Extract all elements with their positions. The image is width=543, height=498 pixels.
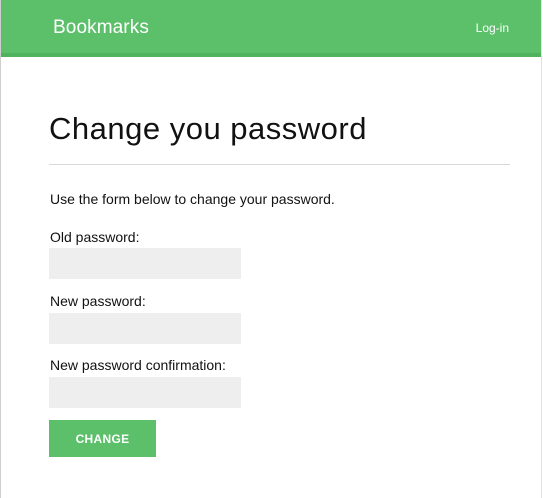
login-link[interactable]: Log-in	[476, 22, 509, 34]
old-password-label: Old password:	[50, 229, 140, 245]
new-password-label: New password:	[50, 293, 146, 309]
old-password-field[interactable]	[49, 248, 241, 279]
right-border	[541, 0, 542, 498]
page-frame: Bookmarks Log-in Change you password Use…	[0, 0, 543, 498]
new-password-field[interactable]	[49, 313, 241, 344]
new-password-confirmation-field[interactable]	[49, 377, 241, 408]
change-password-button[interactable]: CHANGE	[49, 420, 156, 457]
brand-logo: Bookmarks	[53, 17, 149, 38]
page-title: Change you password	[49, 111, 367, 146]
form-intro-text: Use the form below to change your passwo…	[50, 191, 335, 207]
title-divider	[49, 164, 510, 165]
left-border	[0, 0, 1, 498]
new-password-confirmation-label: New password confirmation:	[50, 357, 226, 373]
top-header: Bookmarks Log-in	[1, 0, 541, 57]
